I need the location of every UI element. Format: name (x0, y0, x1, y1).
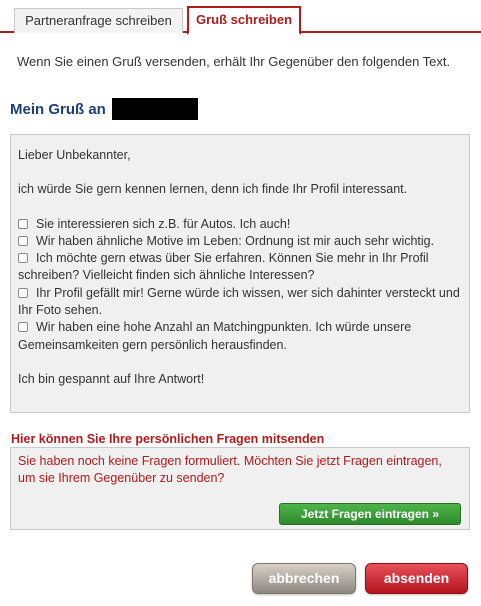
recipient-name-redacted (111, 98, 198, 120)
option-label: Wir haben ähnliche Motive im Leben: Ordn… (36, 233, 435, 248)
tab-bar: Partneranfrage schreiben Gruß schreiben (0, 0, 481, 35)
enter-questions-button[interactable]: Jetzt Fragen eintragen » (279, 503, 461, 525)
option-label: Ich möchte gern etwas über Sie erfahren.… (18, 251, 429, 283)
option-label: Wir haben eine hohe Anzahl an Matchingpu… (18, 320, 412, 352)
message-salutation: Lieber Unbekannter, (18, 148, 131, 162)
tab-partneranfrage[interactable]: Partneranfrage schreiben (14, 8, 183, 33)
message-body: ich würde Sie gern kennen lernen, denn i… (18, 182, 408, 197)
option-checkbox[interactable] (18, 235, 28, 246)
message-box: Lieber Unbekannter, ich würde Sie gern k… (10, 134, 470, 413)
greeting-heading: Mein Gruß an (10, 98, 198, 120)
option-checkbox[interactable] (18, 218, 28, 229)
option-label: Ihr Profil gefällt mir! Gerne würde ich … (18, 285, 460, 318)
greeting-heading-label: Mein Gruß an (10, 100, 106, 118)
questions-empty-text: Sie haben noch keine Fragen formuliert. … (18, 454, 442, 485)
cancel-button[interactable]: abbrechen (252, 563, 356, 594)
tab-gruss[interactable]: Gruß schreiben (187, 6, 301, 35)
option-item: Wir haben eine hohe Anzahl an Matchingpu… (18, 319, 462, 354)
questions-label: Hier können Sie Ihre persönlichen Fragen… (11, 432, 325, 446)
option-checkbox[interactable] (18, 322, 28, 333)
intro-text: Wenn Sie einen Gruß versenden, erhält Ih… (17, 54, 451, 69)
option-checkbox[interactable] (18, 253, 28, 264)
message-closing: Ich bin gespannt auf Ihre Antwort! (18, 371, 205, 386)
option-label: Sie interessieren sich z.B. für Autos. I… (36, 216, 291, 231)
send-button[interactable]: absenden (365, 563, 468, 594)
option-item: Ihr Profil gefällt mir! Gerne würde ich … (18, 285, 462, 320)
option-checkbox[interactable] (18, 287, 28, 298)
option-item: Wir haben ähnliche Motive im Leben: Ordn… (18, 233, 462, 250)
option-item: Sie interessieren sich z.B. für Autos. I… (18, 216, 462, 233)
option-item: Ich möchte gern etwas über Sie erfahren.… (18, 250, 462, 285)
